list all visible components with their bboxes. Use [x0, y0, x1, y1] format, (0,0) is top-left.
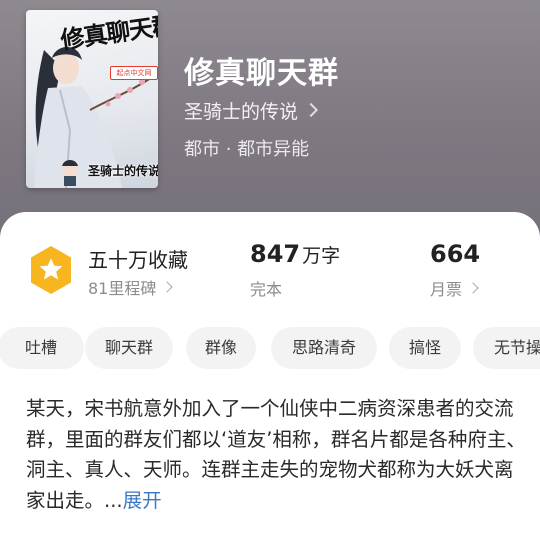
milestones-link[interactable]: 81里程碑	[88, 275, 174, 299]
monthly-votes-count: 664	[430, 240, 481, 268]
tag-list: 吐槽 聊天群 群像 思路清奇 搞怪 无节操	[0, 327, 540, 369]
chevron-right-icon	[467, 282, 479, 294]
author-link[interactable]: 圣骑士的传说	[184, 98, 319, 123]
publisher-badge: 起点中文网	[110, 66, 158, 80]
word-count: 847 万字	[250, 240, 340, 268]
book-cover[interactable]: 修真聊天群 起点中文网 圣骑士的传说	[26, 10, 158, 188]
word-count-number: 847	[250, 240, 301, 268]
tag-chip[interactable]: 思路清奇	[271, 327, 377, 369]
description-text: 某天，宋书航意外加入了一个仙侠中二病资深患者的交流群，里面的群友们都以‘道友’相…	[26, 397, 526, 512]
favorites-count: 五十万收藏	[88, 248, 188, 272]
word-count-unit: 万字	[302, 245, 341, 267]
book-description[interactable]: 某天，宋书航意外加入了一个仙侠中二病资深患者的交流群，里面的群友们都以‘道友’相…	[26, 394, 526, 516]
chevron-right-icon	[303, 102, 319, 118]
tag-chip[interactable]: 无节操	[473, 327, 540, 369]
author-name: 圣骑士的传说	[184, 100, 299, 123]
milestones-label: 81里程碑	[88, 279, 157, 298]
expand-link[interactable]: 展开	[123, 489, 162, 512]
book-category[interactable]: 都市 · 都市异能	[184, 135, 309, 161]
cover-author: 圣骑士的传说	[88, 164, 158, 178]
tag-chip[interactable]: 群像	[186, 327, 256, 369]
tag-chip[interactable]: 搞怪	[389, 327, 461, 369]
completion-status: 完本	[250, 280, 283, 299]
tag-chip[interactable]: 吐槽	[0, 327, 84, 369]
monthly-votes-link[interactable]: 月票	[430, 276, 479, 300]
star-badge-icon	[31, 246, 71, 294]
monthly-votes-label: 月票	[430, 280, 463, 299]
tag-chip[interactable]: 聊天群	[85, 327, 173, 369]
book-title: 修真聊天群	[184, 56, 339, 91]
chevron-right-icon	[161, 281, 174, 293]
